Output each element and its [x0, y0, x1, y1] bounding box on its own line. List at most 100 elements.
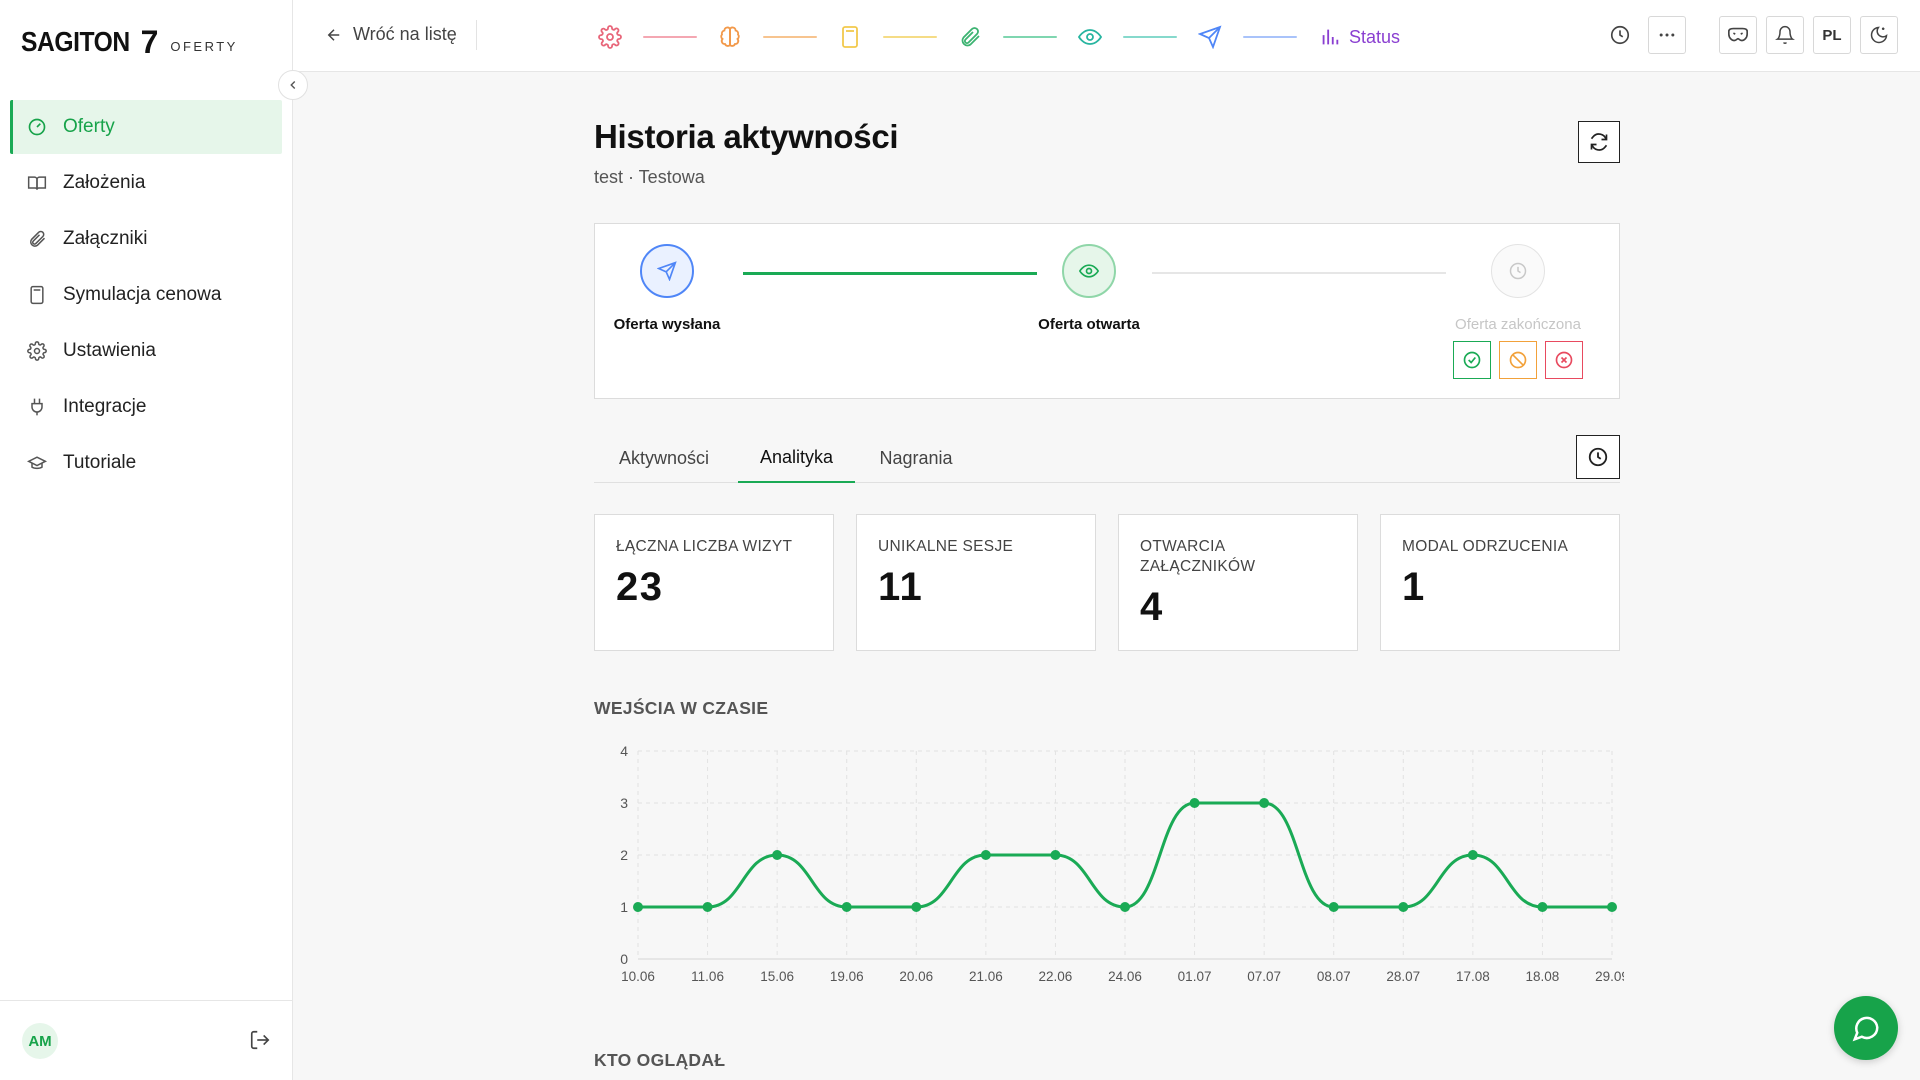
send-icon [657, 261, 677, 281]
stat-value: 23 [616, 565, 664, 609]
data-point [1259, 798, 1270, 808]
send-icon [1198, 25, 1222, 49]
timeline-finished-label: Oferta zakończona [1455, 316, 1581, 333]
sidebar-item-label: Założenia [63, 172, 146, 193]
graduation-cap-icon [27, 456, 47, 470]
stat-label: OTWARCIA ZAŁĄCZNIKÓW [1140, 538, 1256, 575]
calculator-icon [842, 26, 858, 48]
chevron-left-icon [290, 81, 296, 89]
more-horizontal-icon [1659, 33, 1675, 37]
sidebar-item-ustawienia[interactable]: Ustawienia [10, 324, 282, 378]
reject-offer-button[interactable] [1545, 341, 1583, 379]
timeline-opened-label: Oferta otwarta [1038, 316, 1140, 333]
sidebar-nav: Oferty Założenia Załączniki Symulacja ce… [10, 100, 282, 492]
sidebar-item-label: Załączniki [63, 228, 148, 249]
sidebar-item-label: Tutoriale [63, 452, 137, 473]
avatar[interactable]: AM [22, 1023, 58, 1059]
tab-aktywnosci[interactable]: Aktywności [594, 433, 734, 483]
tab-analityka[interactable]: Analityka [738, 433, 855, 483]
data-point [841, 902, 852, 912]
stat-card-total-visits: ŁĄCZNA LICZBA WIZYT 23 [594, 514, 834, 651]
x-tick-label: 18.08 [1526, 969, 1560, 984]
collapse-sidebar-button[interactable] [278, 70, 308, 100]
sidebar-item-label: Oferty [63, 116, 115, 137]
logo-word: SAGITON [21, 26, 130, 57]
x-tick-label: 29.09 [1595, 969, 1624, 984]
sidebar: SAGITON 7 OFERTY Oferty Założenia Załącz… [0, 0, 293, 1080]
step-connector [763, 36, 817, 38]
sidebar-item-zalozenia[interactable]: Założenia [10, 156, 282, 210]
step-connector [1003, 36, 1057, 38]
x-tick-label: 28.07 [1386, 969, 1420, 984]
page-subtitle: test · Testowa [594, 167, 705, 187]
ban-icon [1509, 351, 1527, 369]
step-assumptions[interactable] [713, 20, 747, 54]
step-connector [1123, 36, 1177, 38]
refresh-button[interactable] [1578, 121, 1620, 163]
x-tick-label: 11.06 [691, 969, 724, 984]
back-to-list-link[interactable]: Wróć na listę [325, 24, 457, 45]
activity-tabs: Aktywności Analityka Nagrania [594, 433, 1620, 483]
step-status[interactable]: Status [1319, 26, 1400, 48]
clock-icon [1509, 262, 1527, 280]
offer-stepper: Status [593, 20, 1400, 54]
logo-subtitle: OFERTY [170, 38, 238, 54]
stat-card-attachment-opens: OTWARCIA ZAŁĄCZNIKÓW 4 [1118, 514, 1358, 651]
step-preview[interactable] [1073, 20, 1107, 54]
viewers-section-title: KTO OGLĄDAŁ [594, 1050, 726, 1070]
eye-icon [1079, 264, 1099, 278]
y-tick-label: 0 [620, 951, 628, 967]
status-label: Status [1349, 26, 1401, 47]
logout-button[interactable] [249, 1029, 271, 1056]
sidebar-item-label: Symulacja cenowa [63, 284, 222, 305]
history-button[interactable] [1601, 16, 1639, 54]
clock-icon [1588, 447, 1608, 467]
brain-icon [720, 26, 740, 47]
data-point [702, 902, 713, 912]
arrow-left-icon [327, 28, 340, 41]
accept-offer-button[interactable] [1453, 341, 1491, 379]
page-title: Historia aktywności [594, 118, 899, 155]
logout-icon [250, 1030, 270, 1050]
stat-value: 11 [878, 565, 924, 609]
chat-bubble-icon [1852, 1016, 1879, 1042]
x-tick-label: 08.07 [1317, 969, 1351, 984]
stats-row: ŁĄCZNA LICZBA WIZYT 23 UNIKALNE SESJE 11… [594, 514, 1620, 651]
more-options-button[interactable] [1648, 16, 1686, 54]
moon-icon [1870, 26, 1888, 44]
gear-icon [598, 25, 622, 49]
step-attachments[interactable] [953, 20, 987, 54]
plug-icon [31, 398, 43, 416]
chat-button[interactable] [1834, 996, 1898, 1060]
theme-toggle-button[interactable] [1860, 16, 1898, 54]
data-point [1050, 850, 1061, 860]
gear-icon [27, 341, 47, 361]
dashboard-icon [28, 118, 46, 136]
step-settings[interactable] [593, 20, 627, 54]
back-label: Wróć na listę [353, 24, 457, 44]
sidebar-footer: AM [0, 1000, 293, 1080]
timeline-sent-label: Oferta wysłana [613, 316, 721, 333]
notifications-button[interactable] [1766, 16, 1804, 54]
x-tick-label: 24.06 [1108, 969, 1142, 984]
sidebar-item-zalaczniki[interactable]: Załączniki [10, 212, 282, 266]
calculator-icon [30, 285, 44, 305]
language-selector[interactable]: PL [1813, 16, 1851, 54]
sidebar-item-oferty[interactable]: Oferty [10, 100, 282, 154]
sidebar-item-integracje[interactable]: Integracje [10, 380, 282, 434]
sidebar-item-symulacja-cenowa[interactable]: Symulacja cenowa [10, 268, 282, 322]
mask-button[interactable] [1719, 16, 1757, 54]
history-filter-button[interactable] [1576, 435, 1620, 479]
sidebar-item-tutoriale[interactable]: Tutoriale [10, 436, 282, 490]
step-pricing[interactable] [833, 20, 867, 54]
cancel-offer-button[interactable] [1499, 341, 1537, 379]
timeline-pending-line [1152, 272, 1446, 274]
timeline-progress-line [743, 272, 1037, 275]
sidebar-item-label: Integracje [63, 396, 147, 417]
logo-mark: 7 [140, 23, 159, 60]
data-point [1537, 902, 1548, 912]
step-send[interactable] [1193, 20, 1227, 54]
app-logo[interactable]: SAGITON 7 OFERTY [21, 22, 238, 62]
tab-nagrania[interactable]: Nagrania [861, 433, 971, 483]
book-icon [27, 176, 47, 190]
